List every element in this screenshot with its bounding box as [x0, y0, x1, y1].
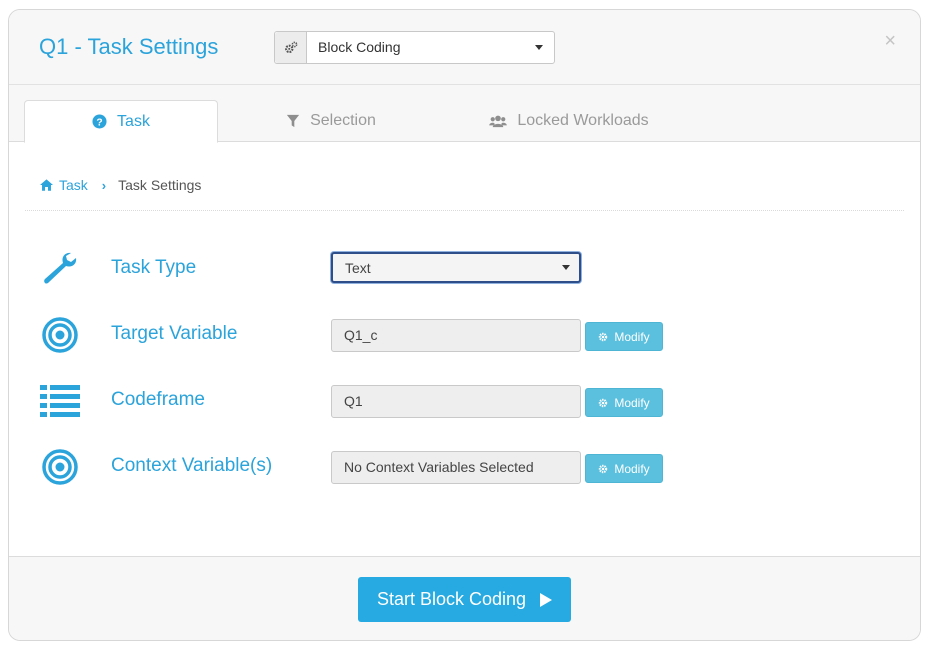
start-block-coding-button[interactable]: Start Block Coding: [358, 577, 571, 622]
task-type-row: Task Type Text: [9, 249, 920, 289]
wrench-icon: [40, 249, 80, 289]
modify-context-variables-button[interactable]: Modify: [585, 454, 663, 483]
target-variable-row: Target Variable Q1_c Modify: [9, 315, 920, 355]
tab-locked-workloads-label: Locked Workloads: [517, 112, 649, 129]
codeframe-label: Codeframe: [111, 389, 205, 410]
tab-selection-label: Selection: [310, 112, 376, 129]
tab-selection[interactable]: Selection: [271, 100, 391, 142]
caret-down-icon: [562, 265, 570, 270]
task-type-value: Text: [345, 260, 371, 276]
breadcrumb-current: Task Settings: [118, 177, 202, 193]
cog-icon: [599, 332, 608, 341]
context-variables-field: No Context Variables Selected: [331, 451, 581, 484]
svg-text:?: ?: [96, 117, 102, 128]
tab-task-label: Task: [117, 112, 150, 130]
task-settings-modal: Q1 - Task Settings Block Coding × ? Task: [8, 9, 921, 641]
cogs-icon: [275, 32, 307, 63]
modify-label: Modify: [614, 329, 650, 344]
coding-mode-select[interactable]: Block Coding: [274, 31, 555, 64]
question-circle-icon: ?: [92, 114, 107, 129]
home-icon: [40, 179, 53, 191]
task-type-label: Task Type: [111, 257, 197, 278]
modal-footer: Start Block Coding: [9, 556, 920, 640]
bullseye-icon: [40, 447, 80, 487]
breadcrumb: Task › Task Settings: [40, 177, 201, 193]
context-variables-row: Context Variable(s) No Context Variables…: [9, 447, 920, 487]
bullseye-icon: [40, 315, 80, 355]
breadcrumb-home-link[interactable]: Task: [59, 177, 88, 193]
coding-mode-value: Block Coding: [318, 39, 401, 55]
modal-title: Q1 - Task Settings: [39, 34, 219, 59]
modify-codeframe-button[interactable]: Modify: [585, 388, 663, 417]
codeframe-field: Q1: [331, 385, 581, 418]
modify-label: Modify: [614, 461, 650, 476]
context-variables-label: Context Variable(s): [111, 455, 273, 476]
cog-icon: [599, 464, 608, 473]
task-type-select[interactable]: Text: [331, 252, 581, 283]
list-icon: [40, 381, 80, 421]
codeframe-row: Codeframe Q1 Modify: [9, 381, 920, 421]
users-icon: [489, 115, 508, 128]
start-button-label: Start Block Coding: [376, 589, 527, 609]
chevron-right-icon: ›: [101, 177, 107, 193]
target-variable-label: Target Variable: [111, 323, 238, 344]
modal-header: Q1 - Task Settings Block Coding ×: [9, 10, 920, 85]
close-button[interactable]: ×: [884, 30, 896, 53]
play-icon: [540, 592, 553, 607]
cog-icon: [599, 398, 608, 407]
modify-target-variable-button[interactable]: Modify: [585, 322, 663, 351]
filter-icon: [286, 114, 300, 128]
target-variable-field: Q1_c: [331, 319, 581, 352]
tab-task[interactable]: ? Task: [24, 100, 218, 143]
caret-down-icon: [535, 45, 543, 50]
modify-label: Modify: [614, 395, 650, 410]
breadcrumb-divider: [25, 210, 904, 211]
tab-locked-workloads[interactable]: Locked Workloads: [474, 100, 664, 142]
tab-bar: ? Task Selection Locked Workloads: [9, 85, 920, 143]
